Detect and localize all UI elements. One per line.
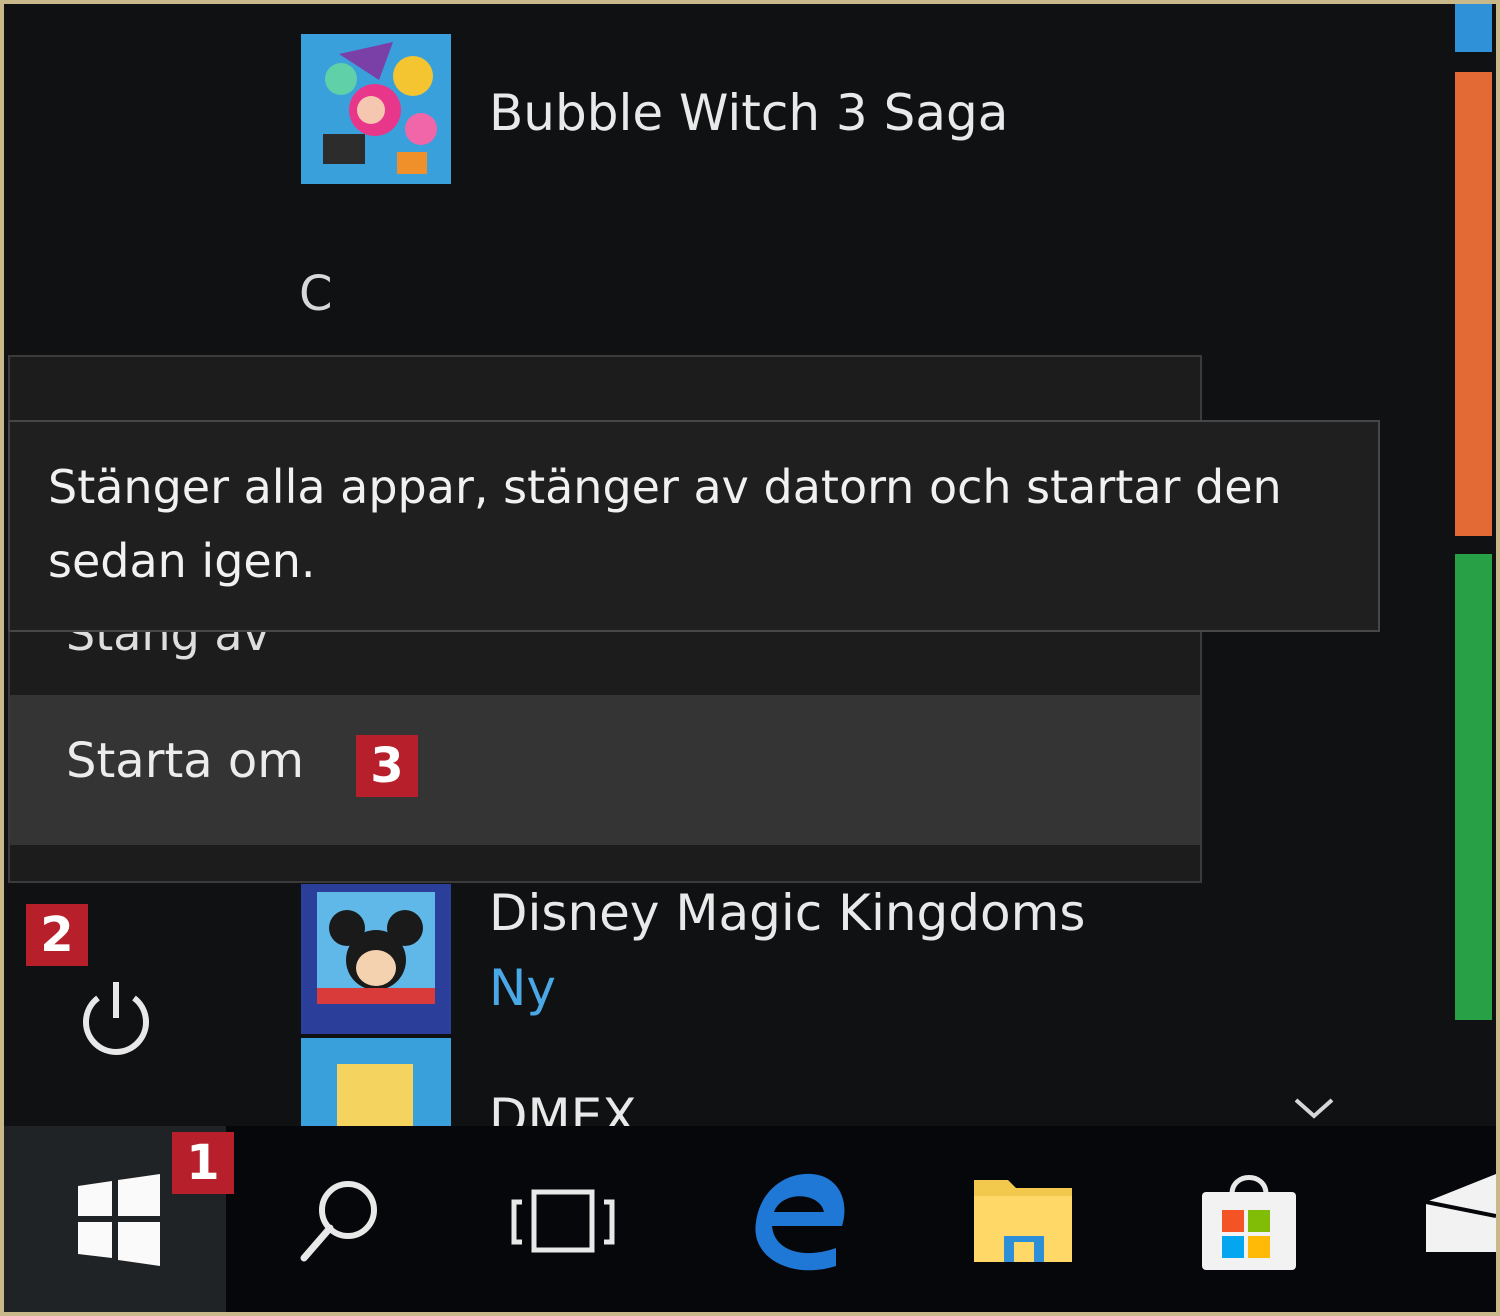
tooltip-text: Stänger alla appar, stänger av datorn oc…	[48, 460, 1282, 588]
power-icon[interactable]	[68, 968, 164, 1064]
file-explorer-icon[interactable]	[968, 1166, 1078, 1276]
folder-app-icon[interactable]	[301, 1038, 451, 1128]
disney-app-icon[interactable]	[301, 884, 451, 1034]
tooltip: Stänger alla appar, stänger av datorn oc…	[8, 420, 1380, 632]
callout-badge-1: 1	[172, 1132, 234, 1194]
bubble-witch-app-icon[interactable]	[301, 34, 451, 184]
start-button[interactable]: 1	[4, 1126, 234, 1312]
live-tile-blue[interactable]	[1455, 4, 1492, 52]
new-badge: Ny	[489, 959, 556, 1017]
task-view-icon[interactable]	[508, 1166, 618, 1276]
taskbar: 1	[4, 1126, 1496, 1312]
screen: Bubble Witch 3 Saga C Disney Magic Kingd…	[4, 4, 1496, 1312]
live-tile-orange[interactable]	[1455, 72, 1492, 536]
callout-badge-3: 3	[356, 735, 418, 797]
windows-start-icon	[78, 1174, 160, 1266]
callout-badge-2: 2	[26, 904, 88, 966]
group-letter-c[interactable]: C	[299, 266, 333, 322]
store-icon[interactable]	[1194, 1166, 1304, 1276]
edge-icon[interactable]	[746, 1166, 856, 1276]
chevron-down-icon[interactable]	[1290, 1092, 1338, 1130]
menu-item-restart[interactable]: Starta om 3	[10, 695, 1200, 845]
app-name-bubble-witch[interactable]: Bubble Witch 3 Saga	[489, 84, 1008, 142]
app-name-disney[interactable]: Disney Magic Kingdoms	[489, 884, 1085, 942]
mail-icon[interactable]	[1420, 1166, 1496, 1276]
restart-label: Starta om	[66, 733, 305, 789]
search-icon[interactable]	[286, 1166, 396, 1276]
live-tile-green[interactable]	[1455, 554, 1492, 1020]
